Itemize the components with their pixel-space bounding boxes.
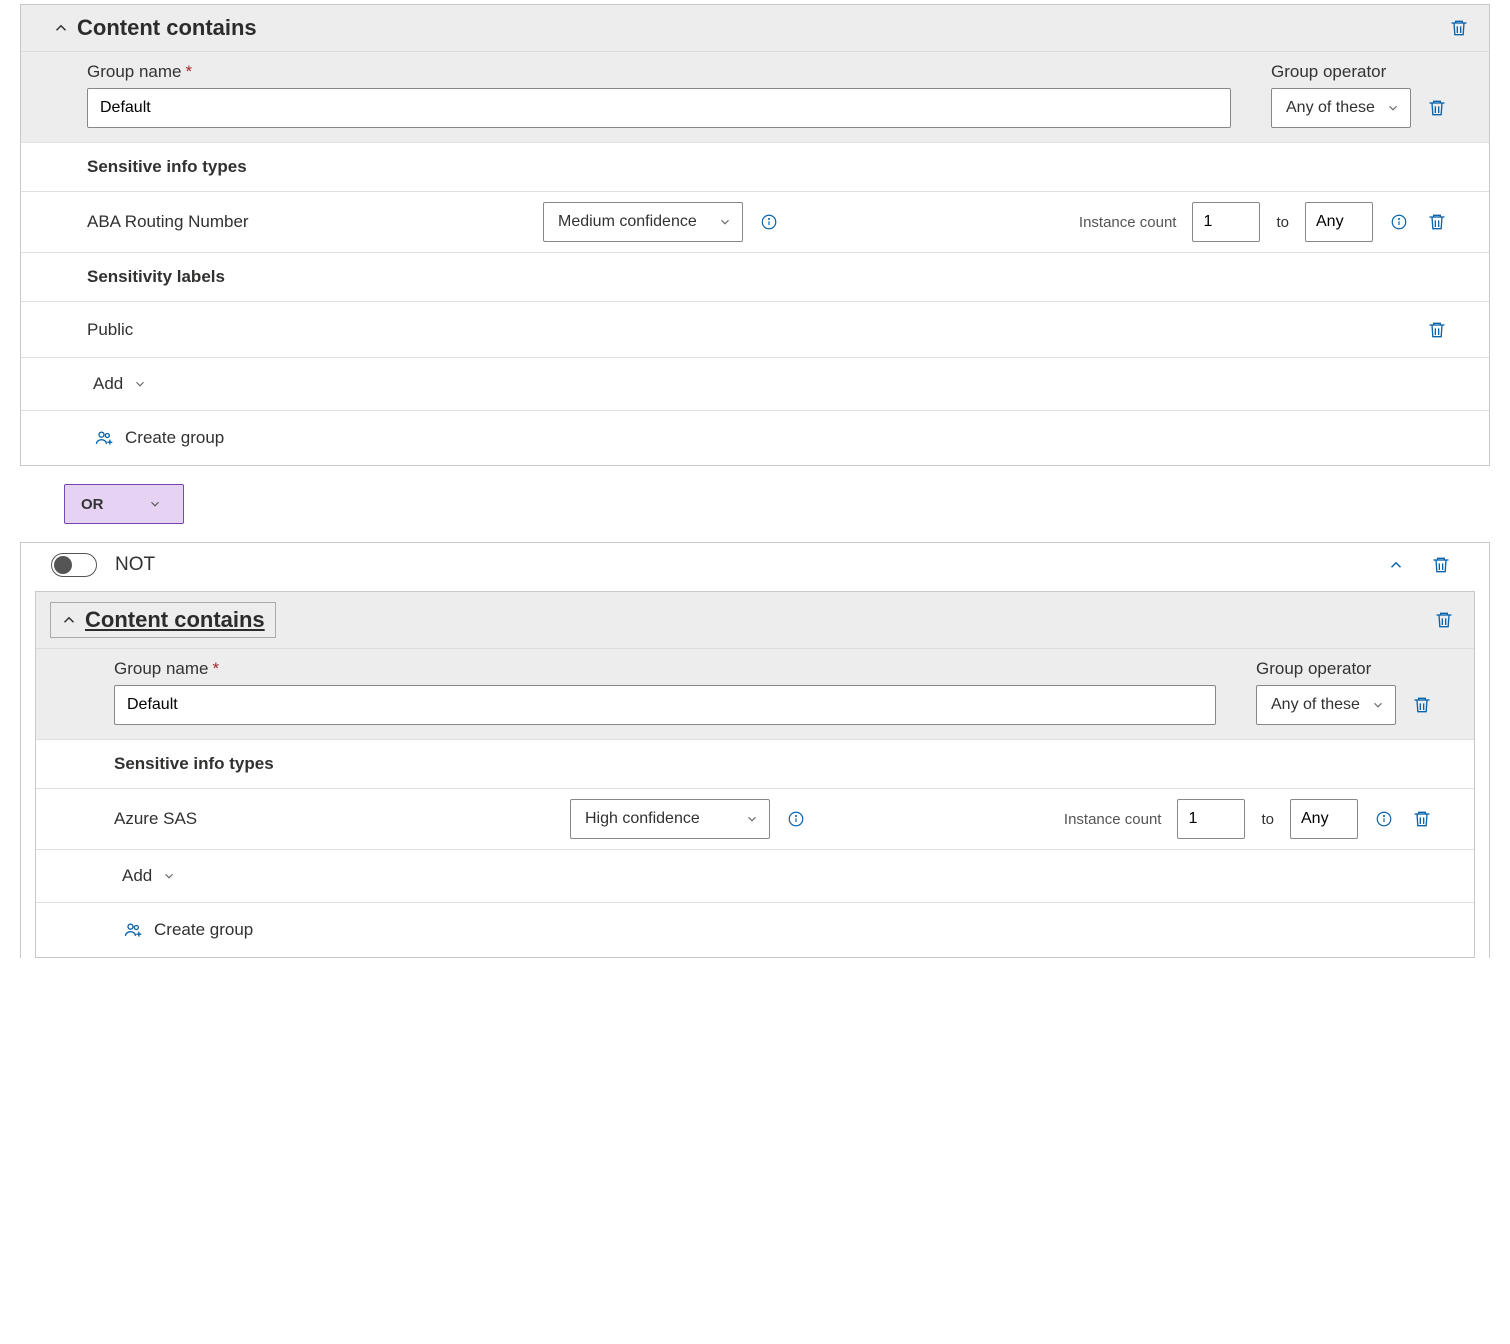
chevron-down-icon [718,215,732,229]
sit-name: ABA Routing Number [87,212,527,232]
sensitivity-label-row: Public [21,301,1489,357]
group-title: Content contains [77,15,1447,41]
chevron-up-icon [59,610,79,630]
instance-min-input[interactable] [1177,799,1245,839]
group-name-input[interactable] [114,685,1216,725]
sensitivity-labels-header: Sensitivity labels [21,252,1489,301]
chevron-down-icon [148,497,162,511]
delete-sit-button[interactable] [1425,210,1449,234]
sensitive-info-types-header: Sensitive info types [21,142,1489,191]
group-name-label: Group name* [114,659,1216,679]
chevron-down-icon [745,812,759,826]
group-operator-select[interactable]: Any of these [1271,88,1411,128]
chevron-down-icon [162,869,176,883]
sit-row: ABA Routing Number Medium confidence Ins… [21,191,1489,252]
logic-connector-select[interactable]: OR [64,484,184,524]
group-name-input[interactable] [87,88,1231,128]
instance-max-input[interactable] [1290,799,1358,839]
sit-name: Azure SAS [114,809,554,829]
to-label: to [1261,811,1274,828]
sensitive-info-types-header: Sensitive info types [36,739,1474,788]
instance-max-input[interactable] [1305,202,1373,242]
delete-label-button[interactable] [1425,318,1449,342]
not-label: NOT [115,554,155,576]
chevron-up-icon [51,18,71,38]
chevron-down-icon [1371,698,1385,712]
info-icon[interactable] [1374,809,1394,829]
info-icon[interactable] [786,809,806,829]
to-label: to [1276,214,1289,231]
not-block: NOT Content contains [20,542,1490,958]
group-name-label: Group name* [87,62,1231,82]
instance-count-label: Instance count [1079,214,1177,231]
delete-group-button[interactable] [1432,608,1456,632]
delete-settings-button[interactable] [1425,96,1449,120]
instance-min-input[interactable] [1192,202,1260,242]
group-header[interactable]: Content contains [36,592,1474,649]
group-operator-label: Group operator [1256,659,1396,679]
condition-group-2: Content contains Group name* Group opera… [35,591,1475,958]
create-group-icon [122,919,144,941]
sensitivity-label-value: Public [87,320,1409,340]
add-button[interactable]: Add [36,849,1474,902]
delete-settings-button[interactable] [1410,693,1434,717]
group-operator-label: Group operator [1271,62,1411,82]
collapse-button[interactable] [1387,556,1405,574]
add-button[interactable]: Add [21,357,1489,410]
group-settings-band: Group name* Group operator Any of these [36,649,1474,739]
info-icon[interactable] [1389,212,1409,232]
group-operator-select[interactable]: Any of these [1256,685,1396,725]
condition-group-1: Content contains Group name* Group opera… [20,4,1490,466]
group-header[interactable]: Content contains [21,5,1489,52]
group-title: Content contains [85,607,265,633]
not-header: NOT [21,543,1489,587]
not-toggle[interactable] [51,553,97,577]
chevron-down-icon [1386,101,1400,115]
sit-row: Azure SAS High confidence Instance count… [36,788,1474,849]
create-group-icon [93,427,115,449]
instance-count-label: Instance count [1064,811,1162,828]
create-group-button[interactable]: Create group [36,902,1474,957]
delete-not-block-button[interactable] [1429,553,1453,577]
create-group-button[interactable]: Create group [21,410,1489,465]
delete-group-button[interactable] [1447,16,1471,40]
group-settings-band: Group name* Group operator Any of these [21,52,1489,142]
delete-sit-button[interactable] [1410,807,1434,831]
confidence-select[interactable]: Medium confidence [543,202,743,242]
chevron-down-icon [133,377,147,391]
info-icon[interactable] [759,212,779,232]
confidence-select[interactable]: High confidence [570,799,770,839]
